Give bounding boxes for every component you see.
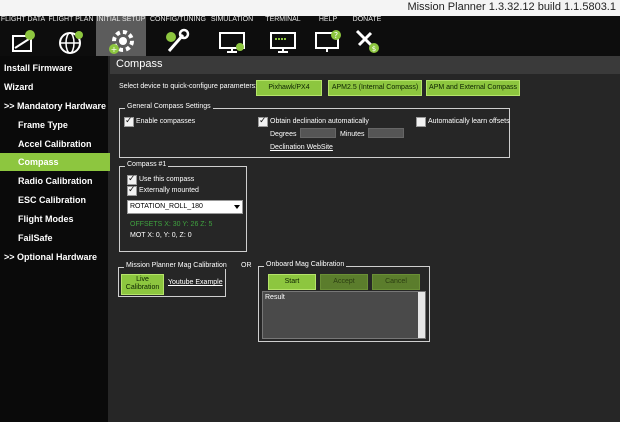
tab-label: INITIAL SETUP: [96, 16, 146, 23]
setup-sidebar: Install Firmware Wizard >> Mandatory Har…: [0, 56, 126, 422]
plane-dollar-icon: $: [355, 29, 379, 53]
tab-flight-plan[interactable]: FLIGHT PLAN: [48, 16, 94, 56]
orientation-value: ROTATION_ROLL_180: [130, 203, 203, 210]
sidebar-item-optional-hardware[interactable]: >> Optional Hardware: [0, 248, 112, 266]
chevron-down-icon: [234, 205, 240, 209]
minutes-input[interactable]: [368, 128, 404, 138]
result-box[interactable]: Result: [262, 291, 426, 339]
sidebar-item-frame-type[interactable]: Frame Type: [0, 116, 126, 134]
sidebar-item-accel-calibration[interactable]: Accel Calibration: [0, 135, 126, 153]
wrench-icon: [166, 28, 190, 52]
flight-data-icon: [12, 30, 35, 52]
mot-readout: MOT X: 0, Y: 0, Z: 0: [130, 232, 192, 239]
sidebar-item-esc-calibration[interactable]: ESC Calibration: [0, 191, 126, 209]
use-compass-label: Use this compass: [139, 176, 195, 183]
title-bar: Mission Planner 1.3.32.12 build 1.1.5803…: [0, 0, 620, 16]
learn-offsets-checkbox[interactable]: [416, 117, 426, 127]
minutes-label: Minutes: [340, 131, 365, 138]
cancel-button[interactable]: Cancel: [372, 274, 420, 290]
externally-mounted-label: Externally mounted: [139, 187, 199, 194]
declination-website-link[interactable]: Declination WebSite: [270, 144, 333, 151]
terminal-icon: [270, 32, 296, 53]
gear-icon: +: [109, 30, 134, 54]
enable-compasses-label: Enable compasses: [136, 118, 196, 125]
sidebar-item-mandatory-hardware[interactable]: >> Mandatory Hardware: [0, 97, 112, 115]
youtube-example-link[interactable]: Youtube Example: [168, 279, 223, 286]
result-label: Result: [265, 294, 285, 301]
general-compass-settings-group: General Compass Settings Enable compasse…: [119, 103, 510, 158]
group-title: General Compass Settings: [125, 103, 213, 110]
tab-label: FLIGHT PLAN: [48, 16, 94, 23]
tab-label: FLIGHT DATA: [0, 16, 46, 23]
externally-mounted-checkbox[interactable]: [127, 184, 137, 196]
main-tab-bar: FLIGHT DATA FLIGHT PLAN INITIAL SETUP + …: [0, 16, 620, 56]
tab-label: DONATE: [352, 16, 382, 23]
sidebar-item-flight-modes[interactable]: Flight Modes: [0, 210, 126, 228]
globe-icon: [59, 31, 83, 54]
compass-1-group: Compass #1 Use this compass Externally m…: [119, 161, 247, 252]
sidebar-item-radio-calibration[interactable]: Radio Calibration: [0, 172, 126, 190]
obtain-declination-label: Obtain declination automatically: [270, 118, 369, 125]
panel-header: Compass: [110, 56, 620, 74]
svg-text:+: +: [111, 45, 118, 54]
tab-label: SIMULATION: [210, 16, 254, 23]
tab-flight-data[interactable]: FLIGHT DATA: [0, 16, 46, 56]
degrees-label: Degrees: [270, 131, 297, 138]
monitor-icon: [219, 32, 245, 53]
compass-panel: Compass Select device to quick-configure…: [110, 56, 620, 422]
result-scrollbar[interactable]: [418, 292, 425, 338]
tab-label: TERMINAL: [265, 16, 301, 23]
quick-config-label: Select device to quick-configure paramet…: [119, 83, 258, 90]
tab-label: CONFIG/TUNING: [150, 16, 206, 23]
obtain-declination-checkbox[interactable]: [258, 115, 268, 127]
apm25-preset-button[interactable]: APM2.5 (Internal Compass): [328, 80, 422, 96]
accept-button[interactable]: Accept: [320, 274, 368, 290]
tab-initial-setup[interactable]: INITIAL SETUP +: [96, 16, 146, 56]
help-monitor-icon: ?: [315, 30, 341, 52]
group-title: Compass #1: [125, 161, 169, 168]
group-title: Mission Planner Mag Calibration: [124, 262, 229, 269]
live-calibration-button[interactable]: Live Calibration: [121, 274, 164, 295]
onboard-mag-calibration-group: Onboard Mag Calibration Start Accept Can…: [258, 261, 430, 342]
orientation-dropdown[interactable]: ROTATION_ROLL_180: [127, 200, 243, 214]
degrees-input[interactable]: [300, 128, 336, 138]
tab-terminal[interactable]: TERMINAL: [260, 16, 306, 56]
tab-config-tuning[interactable]: CONFIG/TUNING: [150, 16, 206, 56]
apm-external-preset-button[interactable]: APM and External Compass: [426, 80, 520, 96]
group-title: Onboard Mag Calibration: [264, 261, 347, 268]
sidebar-item-install-firmware[interactable]: Install Firmware: [0, 59, 112, 77]
page-title: Compass: [116, 58, 163, 70]
mp-mag-calibration-group: Mission Planner Mag Calibration Live Cal…: [118, 262, 229, 297]
svg-text:$: $: [372, 45, 376, 53]
tab-donate[interactable]: DONATE $: [344, 16, 390, 56]
enable-compasses-checkbox[interactable]: [124, 115, 134, 127]
svg-text:?: ?: [334, 31, 338, 40]
window-title: Mission Planner 1.3.32.12 build 1.1.5803…: [407, 1, 616, 13]
or-label: OR: [241, 262, 252, 269]
sidebar-item-failsafe[interactable]: FailSafe: [0, 229, 126, 247]
offsets-readout: OFFSETS X: 30 Y: 26 Z: 5: [130, 221, 213, 228]
learn-offsets-label: Automatically learn offsets: [428, 118, 510, 125]
sidebar-item-wizard[interactable]: Wizard: [0, 78, 112, 96]
start-button[interactable]: Start: [268, 274, 316, 290]
pixhawk-preset-button[interactable]: Pixhawk/PX4: [256, 80, 322, 96]
tab-simulation[interactable]: SIMULATION: [206, 16, 258, 56]
